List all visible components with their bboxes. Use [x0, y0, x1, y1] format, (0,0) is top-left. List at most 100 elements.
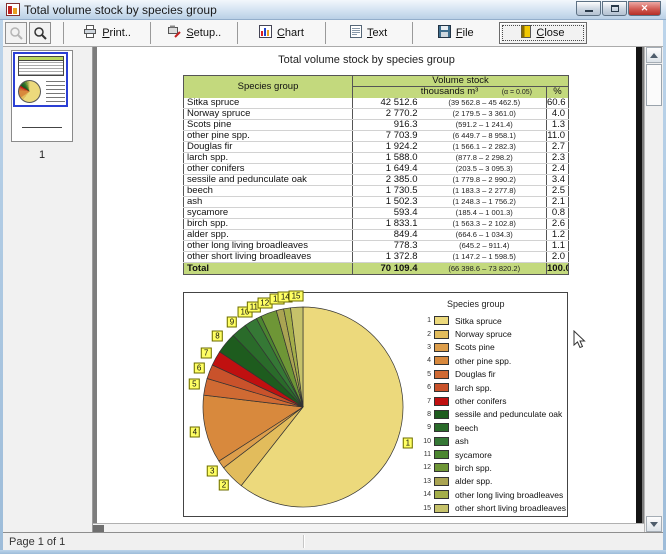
scroll-down-button[interactable]	[646, 516, 662, 532]
text-button[interactable]: Text	[325, 22, 412, 44]
thumbnail-page-number: 1	[3, 149, 81, 161]
legend-item: 4 other pine spp.	[420, 354, 566, 367]
vertical-scrollbar[interactable]	[644, 47, 663, 532]
legend-label: Sitka spruce	[449, 316, 502, 326]
cell-ci: (591.2 – 1 241.4)	[423, 120, 547, 131]
table-row: ash1 502.3(1 248.3 – 1 756.2)2.1	[184, 197, 569, 208]
table-row: other conifers1 649.4(203.5 – 3 095.3)2.…	[184, 164, 569, 175]
cell-value: 42 512.6	[353, 98, 423, 109]
minimize-button[interactable]	[576, 1, 601, 16]
cell-species: alder spp.	[184, 230, 353, 241]
legend-item: 7other conifers	[420, 394, 566, 407]
cell-pct: 2.3	[547, 153, 569, 164]
arrow-down-icon	[650, 522, 658, 527]
arrow-up-icon	[650, 53, 658, 58]
status-page-indicator: Page 1 of 1	[9, 536, 65, 548]
file-button[interactable]: File	[412, 22, 499, 44]
horizontal-scrollbar-thumb[interactable]	[93, 525, 104, 532]
cell-value: 778.3	[353, 241, 423, 252]
text-icon	[350, 25, 362, 41]
thumbnail-mini-pie	[18, 80, 41, 103]
cell-value: 849.4	[353, 230, 423, 241]
legend-label: other pine spp.	[449, 356, 511, 366]
cell-species: Total	[184, 263, 353, 275]
cell-pct: 1.2	[547, 230, 569, 241]
cell-pct: 2.5	[547, 186, 569, 197]
legend-swatch	[434, 504, 449, 513]
legend-number: 4	[420, 357, 434, 364]
legend-title: Species group	[447, 299, 566, 309]
cell-species: other pine spp.	[184, 131, 353, 142]
legend-number: 6	[420, 384, 434, 391]
table-total-row: Total70 109.4(66 398.6 – 73 820.2)100.0	[184, 263, 569, 275]
text-label: Text	[367, 27, 387, 39]
legend-label: sycamore	[449, 450, 492, 460]
window-border-bottom	[0, 550, 666, 554]
magnifier-icon	[33, 26, 47, 40]
legend-swatch	[434, 423, 449, 432]
status-bar: Page 1 of 1	[3, 532, 663, 550]
legend-label: Scots pine	[449, 342, 495, 352]
document-title: Total volume stock by species group	[97, 54, 636, 66]
maximize-button[interactable]	[602, 1, 627, 16]
maximize-icon	[611, 5, 619, 12]
legend-swatch	[434, 343, 449, 352]
legend-label: ash	[449, 436, 469, 446]
col-header-species-group: Species group	[184, 76, 353, 98]
cell-species: ash	[184, 197, 353, 208]
legend-item: 6larch spp.	[420, 381, 566, 394]
table-row: Scots pine916.3(591.2 – 1 241.4)1.3	[184, 120, 569, 131]
pie-label-1: 1	[403, 438, 413, 449]
cell-ci: (1 248.3 – 1 756.2)	[423, 197, 547, 208]
chart-label: Chart	[277, 27, 304, 39]
app-window: Total volume stock by species group ✕ Pr…	[0, 0, 666, 554]
legend-number: 3	[420, 344, 434, 351]
legend-number: 1	[420, 317, 434, 324]
preview-area: Total volume stock by species group Spec…	[93, 47, 644, 523]
legend-item: 8sessile and pedunculate oak	[420, 408, 566, 421]
vertical-scrollbar-thumb[interactable]	[646, 64, 662, 106]
legend-swatch	[434, 330, 449, 339]
print-label: Print..	[102, 27, 131, 39]
chart-button[interactable]: Chart	[237, 22, 324, 44]
zoom-out-button[interactable]	[5, 22, 27, 44]
legend-swatch	[434, 397, 449, 406]
table-row: sycamore593.4(185.4 – 1 001.3)0.8	[184, 208, 569, 219]
legend-label: other long living broadleaves	[449, 490, 563, 500]
cell-ci: (877.8 – 2 298.2)	[423, 153, 547, 164]
volume-stock-table: Species group Volume stock thousands m³ …	[183, 75, 569, 275]
pie-label-3: 3	[207, 465, 217, 476]
zoom-in-button[interactable]	[29, 22, 51, 44]
minimize-icon	[585, 5, 593, 12]
page-thumbnail[interactable]	[11, 50, 73, 142]
cell-species: other short living broadleaves	[184, 252, 353, 263]
pie-label-8: 8	[212, 331, 222, 342]
cell-pct: 2.0	[547, 252, 569, 263]
cell-species: sessile and pedunculate oak	[184, 175, 353, 186]
cell-ci: (1 779.8 – 2 990.2)	[423, 175, 547, 186]
cell-pct: 0.8	[547, 208, 569, 219]
table-row: beech1 730.5(1 183.3 – 2 277.8)2.5	[184, 186, 569, 197]
thumbnail-rule	[22, 127, 62, 128]
scroll-up-button[interactable]	[646, 47, 662, 63]
close-window-button[interactable]: ✕	[628, 1, 661, 16]
horizontal-scrollbar[interactable]	[93, 523, 644, 532]
door-icon	[521, 25, 531, 41]
cell-ci: (1 566.1 – 2 282.3)	[423, 142, 547, 153]
setup-button[interactable]: Setup..	[150, 22, 237, 44]
pie-label-2: 2	[219, 479, 229, 490]
printer-icon	[83, 25, 97, 41]
cell-pct: 100.0	[547, 263, 569, 275]
legend-swatch	[434, 356, 449, 365]
table-row: alder spp.849.4(664.6 – 1 034.3)1.2	[184, 230, 569, 241]
legend-swatch	[434, 477, 449, 486]
close-button[interactable]: Close	[499, 22, 587, 44]
legend-number: 15	[420, 505, 434, 512]
legend-label: other conifers	[449, 396, 507, 406]
print-button[interactable]: Print..	[63, 22, 150, 44]
cell-value: 70 109.4	[353, 263, 423, 275]
legend-item: 10ash	[420, 435, 566, 448]
legend-label: Douglas fir	[449, 369, 496, 379]
cell-ci: (664.6 – 1 034.3)	[423, 230, 547, 241]
legend-swatch	[434, 437, 449, 446]
